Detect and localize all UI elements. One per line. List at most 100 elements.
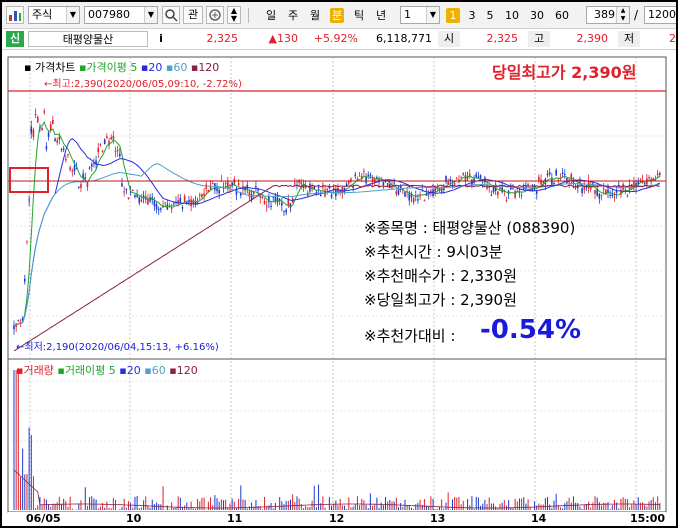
candle-body (127, 197, 130, 199)
legend-ma-label[interactable]: ▪가격이평 5 (79, 61, 137, 74)
candle-body (103, 139, 106, 145)
period-tick[interactable]: 틱 (352, 8, 366, 23)
candle-body (570, 173, 573, 180)
stock-code-input[interactable]: 007980 ▼ (84, 6, 158, 24)
chart-icon[interactable] (6, 6, 24, 24)
candle-body (114, 151, 117, 153)
interval-60[interactable]: 60 (552, 8, 572, 23)
count-stepper[interactable]: 389 ▲ ▼ (586, 6, 630, 24)
candle-body (173, 202, 175, 204)
candle-body (155, 203, 158, 210)
low-marker-label: ←최저:2,190(2020/06/04,15:13, +6.16%) (16, 342, 219, 353)
chart-area[interactable]: ▪ 가격차트 ▪가격이평 5 ▪20 ▪60 ▪120 당일최고가 2,390원… (2, 51, 676, 526)
candle-body (69, 167, 71, 171)
candle-body (140, 199, 143, 202)
info-stock-name: ※종목명 : 태평양물산 (088390) (364, 219, 576, 237)
candle-body (615, 191, 618, 193)
quote-bar: 신 태평양물산 i 2,325 ▲130 +5.92% 6,118,771 시 … (2, 29, 676, 50)
info-button[interactable]: i (152, 31, 170, 47)
candle-body (602, 188, 605, 190)
period-week[interactable]: 주 (286, 8, 300, 23)
legend-ma20[interactable]: ▪20 (141, 61, 162, 74)
settings-icon[interactable] (206, 6, 224, 24)
period-day[interactable]: 일 (264, 8, 278, 23)
candle-body (656, 173, 659, 176)
candle-body (112, 135, 115, 140)
stock-name: 태평양물산 (28, 31, 148, 47)
chevron-down-icon: ▼ (144, 7, 157, 23)
legend-ma120[interactable]: ▪120 (191, 61, 219, 74)
volume-bars (13, 370, 661, 510)
legend-volume[interactable]: ▪거래량 (16, 364, 54, 377)
candle-body (281, 202, 283, 206)
candle-body (30, 126, 33, 134)
period-month[interactable]: 월 (308, 8, 322, 23)
legend-vma120[interactable]: ▪120 (169, 364, 197, 377)
candle-body (106, 136, 108, 139)
main-toolbar: 주식 ▼ 007980 ▼ 관 ▲ ▼ 일 주 월 분 틱 년 1 ▼ 1 3 5… (2, 2, 676, 29)
candle-body (119, 153, 121, 157)
legend-vma20[interactable]: ▪20 (119, 364, 140, 377)
period-minute[interactable]: 분 (330, 8, 344, 23)
candle-body (198, 194, 201, 196)
candle-body (73, 165, 76, 172)
price-legend: ▪ 가격차트 ▪가격이평 5 ▪20 ▪60 ▪120 (24, 59, 219, 75)
legend-bullet-icon: ▪ (24, 61, 32, 74)
candle-body (26, 240, 28, 242)
candle-body (88, 167, 91, 169)
candle-body (626, 195, 629, 197)
candle-body (488, 186, 490, 188)
market-select[interactable]: 주식 ▼ (28, 6, 80, 24)
legend-vma60[interactable]: ▪60 (144, 364, 165, 377)
candle-body (97, 147, 100, 153)
interval-3[interactable]: 3 (465, 8, 479, 23)
legend-vma-label[interactable]: ▪거래이평 5 (57, 364, 115, 377)
legend-volume-text: 거래량 (23, 364, 54, 377)
total-count-input[interactable]: 1200 (644, 6, 676, 24)
info-compare-value: -0.54% (480, 315, 581, 345)
candle-body (153, 200, 156, 207)
candle-body (170, 206, 173, 210)
candle-body (499, 187, 501, 190)
interval-1[interactable]: 1 (446, 8, 460, 23)
candle-body (326, 189, 328, 191)
candle-body (417, 199, 419, 201)
candle-body (408, 193, 411, 201)
candle-body (382, 182, 385, 186)
new-badge: 신 (6, 31, 24, 47)
price-volume-chart[interactable] (2, 51, 676, 526)
legend-ma60[interactable]: ▪60 (166, 61, 187, 74)
candle-body (659, 173, 661, 175)
candle-body (520, 194, 523, 196)
interval-value: 1 (404, 8, 411, 21)
candle-body (43, 110, 46, 113)
candle-body (395, 191, 398, 195)
candle-body (600, 194, 603, 196)
candle-body (17, 319, 20, 321)
search-button[interactable] (162, 6, 180, 24)
candle-body (229, 187, 231, 189)
current-price: 2,325 (206, 32, 239, 45)
interval-5[interactable]: 5 (483, 8, 497, 23)
candle-body (453, 183, 456, 185)
chevron-down-icon: ▼ (426, 7, 439, 23)
candle-body (201, 193, 203, 198)
period-year[interactable]: 년 (374, 8, 388, 23)
related-button[interactable]: 관 (183, 6, 203, 24)
candle-body (211, 183, 214, 185)
legend-price-chart[interactable]: 가격차트 (35, 61, 75, 74)
interval-select[interactable]: 1 ▼ (400, 6, 440, 24)
legend-ma20-text: 20 (148, 61, 163, 74)
scroll-updown-icon[interactable]: ▲ ▼ (227, 6, 241, 24)
candle-body (101, 150, 104, 152)
candle-body (34, 114, 37, 116)
candle-body (181, 207, 184, 209)
candle-body (363, 170, 365, 172)
candle-body (261, 197, 264, 199)
candle-body (548, 172, 551, 175)
candle-body (227, 181, 229, 189)
candle-body (538, 176, 540, 181)
interval-10[interactable]: 10 (502, 8, 522, 23)
info-recommend-time: ※추천시간 : 9시03분 (364, 243, 503, 261)
interval-30[interactable]: 30 (527, 8, 547, 23)
